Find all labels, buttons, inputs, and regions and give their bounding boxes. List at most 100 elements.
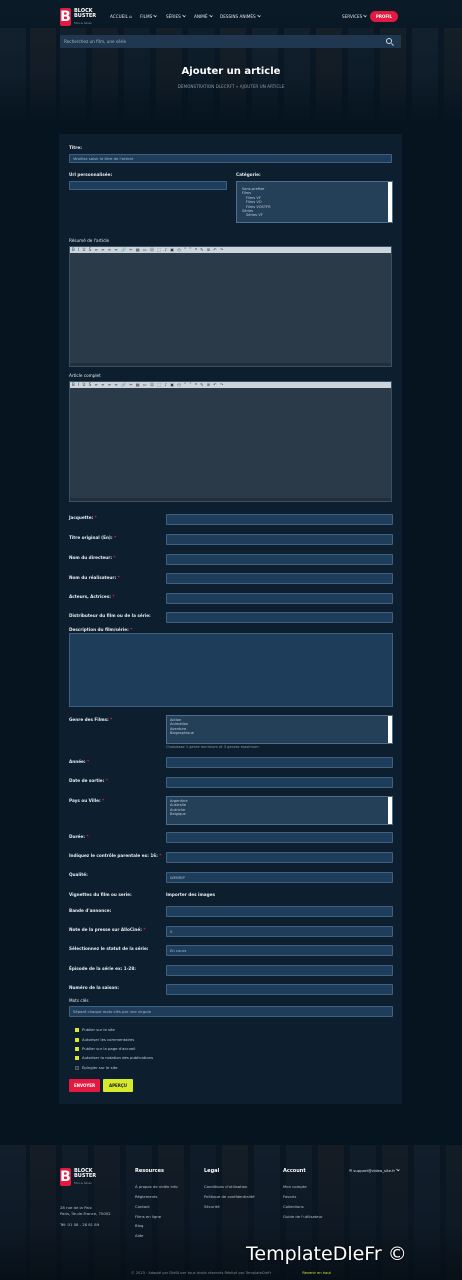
site-header: B BLOCK BUSTER Films & Séries ACCUEIL ⌂ F…	[0, 0, 462, 33]
chevron-down-icon	[182, 13, 186, 18]
category-label: Catégorie:	[236, 172, 261, 177]
footer-logo[interactable]: B BLOCK BUSTER Films & Séries	[60, 1168, 100, 1186]
description-textarea[interactable]	[69, 633, 393, 707]
footer-link[interactable]: Sécurité	[204, 1204, 220, 1209]
search-icon[interactable]	[386, 38, 392, 44]
genre-label: Genre des Films: *	[69, 717, 113, 722]
watermark: TemplateDleFr ©	[246, 1243, 407, 1265]
keywords-input[interactable]: Séparé chaque mots clés par une virgule	[69, 1006, 393, 1017]
footer-link[interactable]: Mon compte	[283, 1184, 307, 1189]
back-to-top-link[interactable]: Revenir en haut	[302, 1271, 331, 1275]
search-bar[interactable]: Recherchez un film, une série	[60, 35, 401, 48]
original-title-input[interactable]	[166, 534, 393, 545]
title-label: Titre:	[69, 145, 82, 150]
footer-link[interactable]: Collections	[283, 1204, 304, 1209]
original-title-label: Titre original (En): *	[69, 535, 117, 540]
rating-option-label: Autoriser la notation des publications	[82, 1055, 154, 1060]
nav-dessins-animes[interactable]: DESSINS ANIMÉS	[220, 13, 261, 19]
page-title: Ajouter un article	[181, 66, 281, 77]
editor-statusbar	[70, 363, 391, 366]
chevron-down-icon	[363, 13, 368, 18]
director-input[interactable]	[166, 554, 393, 565]
search-input[interactable]: Recherchez un film, une série	[64, 39, 126, 44]
season-input[interactable]	[166, 984, 393, 995]
year-input[interactable]	[166, 757, 393, 768]
nav-services[interactable]: SERVICES	[342, 13, 368, 19]
parental-label: Indiquez le contrôle parentale ex: 16: *	[69, 853, 162, 858]
editor-toolbar[interactable]: B I U S ≡ ≡ ≡ ≡ 🔗 ✂ ▦ ▭ ☺ ⬚ ♪ ▣ ◴ “ ” ❝ …	[70, 382, 391, 388]
realisateur-input[interactable]	[166, 573, 393, 584]
editor-statusbar	[70, 498, 391, 501]
release-date-label: Date de sortie: *	[69, 778, 108, 783]
footer-email[interactable]: ✉ support@video_site.fr	[349, 1167, 400, 1173]
mail-icon: ✉	[349, 1168, 353, 1173]
title-input[interactable]: Veuillez saisir le titre de l'article	[69, 154, 392, 163]
nav-series[interactable]: SÉRIES	[166, 13, 186, 19]
scrollbar[interactable]	[388, 182, 392, 222]
jacquette-input[interactable]	[166, 514, 393, 525]
genre-select[interactable]: Action Animation Aventure Biographique	[166, 715, 393, 744]
duration-label: Durée: *	[69, 834, 89, 839]
thumbnails-label: Vignettes du film ou serie:	[69, 892, 132, 897]
duration-input[interactable]	[166, 832, 393, 843]
episode-input[interactable]	[166, 965, 393, 976]
footer-link[interactable]: Contact	[135, 1204, 150, 1209]
logo-line2: BUSTER	[74, 13, 97, 19]
scrollbar[interactable]	[388, 716, 392, 743]
preview-button[interactable]: APERÇU	[103, 1079, 133, 1092]
press-rating-input[interactable]: 0	[166, 926, 393, 937]
footer-link[interactable]: Conditions d'utilisation	[204, 1184, 247, 1189]
comments-option-label: Autoriser les commentaires	[82, 1037, 135, 1042]
breadcrumb[interactable]: DÉMONSTRATION DLECRFT » AJOUTER UN ARTIC…	[0, 84, 462, 89]
chevron-down-icon	[396, 1167, 400, 1172]
footer-link[interactable]: Règlements	[135, 1194, 158, 1199]
full-article-editor[interactable]: B I U S ≡ ≡ ≡ ≡ 🔗 ✂ ▦ ▭ ☺ ⬚ ♪ ▣ ◴ “ ” ❝ …	[69, 381, 392, 502]
nav-accueil[interactable]: ACCUEIL ⌂	[110, 14, 132, 19]
footer-link[interactable]: Politique de confidentialité	[204, 1194, 255, 1199]
footer-link[interactable]: Blog	[135, 1223, 143, 1228]
comments-checkbox[interactable]	[75, 1038, 79, 1042]
nav-films[interactable]: FILMS	[140, 13, 157, 19]
logo-mark: B	[60, 8, 71, 26]
import-images-link[interactable]: Importer des images	[166, 892, 215, 897]
distributor-input[interactable]	[166, 612, 393, 623]
release-date-input[interactable]	[166, 777, 393, 788]
profile-button[interactable]: PROFIL	[370, 11, 398, 22]
footer-link[interactable]: Guide de l'utilisateur	[283, 1214, 323, 1219]
footer-address: 28 rue de la Paix Paris, Île-de-France, …	[60, 1205, 111, 1216]
actors-input[interactable]	[166, 593, 393, 604]
footer-phone[interactable]: Tél: 01 08 - 28 81 89	[60, 1222, 99, 1227]
realisateur-label: Nom du réalisateur: *	[69, 575, 120, 580]
rating-checkbox[interactable]	[75, 1056, 79, 1060]
pin-option-label: Épingler sur le site	[82, 1065, 118, 1070]
genre-hint: Choisissez 1 genre minimum et 3 genres m…	[166, 745, 259, 749]
director-label: Nom du directeur: *	[69, 555, 116, 560]
category-select[interactable]: Sans-prefixe Films Films VF Films VO Fil…	[236, 181, 393, 223]
summary-editor[interactable]: B I U S ≡ ≡ ≡ ≡ 🔗 ✂ ▦ ▭ ☺ ⬚ ♪ ▣ ◴ “ ” ❝ …	[69, 246, 392, 367]
parental-input[interactable]	[166, 852, 393, 863]
footer-resources-heading: Resources	[135, 1168, 165, 1174]
submit-button[interactable]: ENVOYER	[69, 1079, 100, 1092]
footer-link[interactable]: Aide	[135, 1233, 143, 1238]
editor-toolbar[interactable]: B I U S ≡ ≡ ≡ ≡ 🔗 ✂ ▦ ▭ ☺ ⬚ ♪ ▣ ◴ “ ” ❝ …	[70, 247, 391, 253]
scrollbar[interactable]	[388, 797, 392, 824]
quality-label: Qualité:	[69, 872, 88, 877]
trailer-input[interactable]	[166, 906, 393, 917]
quality-input[interactable]: WEBRIP	[166, 872, 393, 883]
footer-link[interactable]: À propos de vidéo info	[135, 1184, 178, 1189]
season-label: Numéro de la saison:	[69, 985, 119, 990]
year-label: Année: *	[69, 759, 90, 764]
copyright: © 2023 · Adapté par DleBLiver tous droit…	[131, 1271, 331, 1275]
press-rating-label: Note de la presse sur AlloCiné: *	[69, 927, 146, 932]
series-status-select[interactable]: En cours	[166, 945, 393, 956]
pin-checkbox[interactable]	[75, 1066, 79, 1070]
nav-anime[interactable]: ANIMÉ	[194, 13, 213, 19]
homepage-checkbox[interactable]	[75, 1047, 79, 1051]
footer-link[interactable]: Films en ligne	[135, 1214, 161, 1219]
footer-link[interactable]: Favoris	[283, 1194, 296, 1199]
site-logo[interactable]: B BLOCK BUSTER Films & Séries	[60, 8, 100, 26]
publish-checkbox[interactable]	[75, 1028, 79, 1032]
url-input[interactable]	[69, 181, 227, 190]
jacquette-label: Jacquette: *	[69, 515, 97, 520]
country-select[interactable]: Argentine Australie Autriche Belgique	[166, 796, 393, 825]
